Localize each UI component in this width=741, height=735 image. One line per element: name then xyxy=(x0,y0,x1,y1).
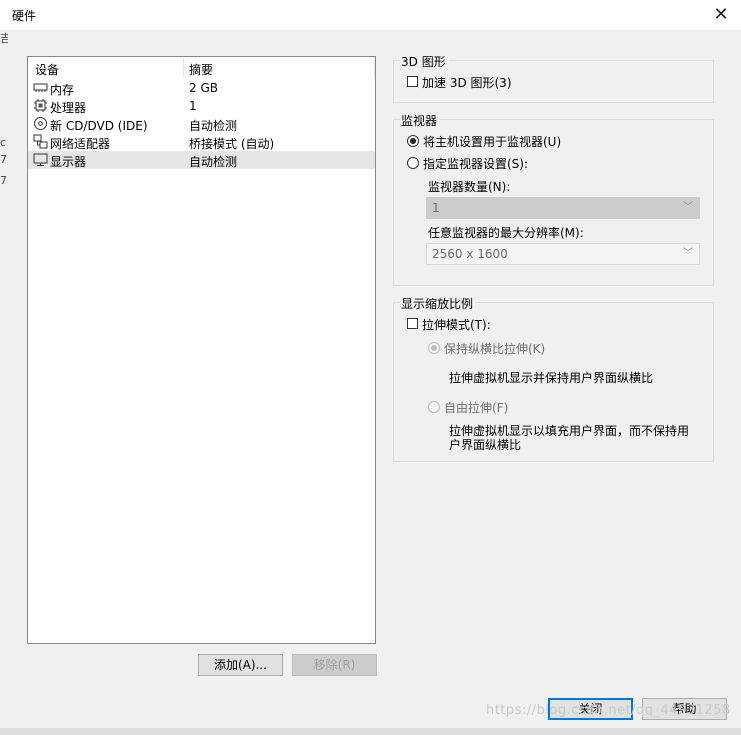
device-name: 新 CD/DVD (IDE) xyxy=(50,119,148,133)
keep-aspect-label[interactable]: 保持纵横比拉伸(K) xyxy=(444,340,545,357)
free-stretch-description-line1: 拉伸虚拟机显示以填充用户界面，而不保持用 xyxy=(449,424,690,438)
stretch-mode-label[interactable]: 拉伸模式(T): xyxy=(422,316,491,333)
monitor-count-select[interactable]: 1 ﹀ xyxy=(426,197,700,219)
column-divider[interactable] xyxy=(183,59,184,77)
window-title: 硬件 xyxy=(12,9,37,23)
device-name: 处理器 xyxy=(50,101,87,115)
max-resolution-label: 任意监视器的最大分辨率(M): xyxy=(428,226,584,240)
display-icon xyxy=(33,152,48,167)
keep-aspect-description: 拉伸虚拟机显示并保持用户界面纵横比 xyxy=(449,371,654,385)
remove-button[interactable]: 移除(R) xyxy=(292,654,377,676)
memory-icon xyxy=(33,80,48,95)
device-summary: 自动检测 xyxy=(189,119,238,133)
network-adapter-icon xyxy=(33,134,48,149)
title-bar: 硬件 ✕ xyxy=(0,0,741,30)
device-summary: 桥接模式 (自动) xyxy=(189,137,275,151)
chevron-down-icon: ﹀ xyxy=(683,248,693,259)
dialog-bottom-edge xyxy=(0,728,741,735)
device-summary: 自动检测 xyxy=(189,155,238,169)
column-header-summary[interactable]: 摘要 xyxy=(189,61,213,78)
background-text: 7 xyxy=(0,174,7,187)
processor-icon xyxy=(33,98,48,113)
add-button[interactable]: 添加(A)... xyxy=(198,654,283,676)
device-summary: 2 GB xyxy=(189,81,218,95)
column-divider[interactable] xyxy=(374,59,375,77)
chevron-down-icon: ﹀ xyxy=(683,202,693,213)
free-stretch-label[interactable]: 自由拉伸(F) xyxy=(444,399,508,416)
max-resolution-select[interactable]: 2560 x 1600 ﹀ xyxy=(426,243,700,265)
graphics-3d-title: 3D 图形 xyxy=(400,53,449,70)
device-name: 网络适配器 xyxy=(50,137,111,151)
column-header-device[interactable]: 设备 xyxy=(35,61,59,78)
device-name: 内存 xyxy=(50,83,75,97)
display-scaling-title: 显示缩放比例 xyxy=(400,295,477,312)
device-summary: 1 xyxy=(189,99,197,113)
monitor-count-value: 1 xyxy=(432,201,440,215)
use-host-label[interactable]: 将主机设置用于监视器(U) xyxy=(423,133,561,150)
list-item[interactable]: 网络适配器 桥接模式 (自动) xyxy=(28,133,375,151)
specify-monitor-label[interactable]: 指定监视器设置(S): xyxy=(423,155,528,172)
close-icon[interactable]: ✕ xyxy=(706,2,736,28)
list-item[interactable]: 新 CD/DVD (IDE) 自动检测 xyxy=(28,115,375,133)
stretch-mode-checkbox[interactable] xyxy=(407,318,418,329)
list-item[interactable]: 处理器 1 xyxy=(28,97,375,115)
free-stretch-radio[interactable] xyxy=(428,401,440,413)
cd-dvd-icon xyxy=(33,116,48,131)
keep-aspect-radio[interactable] xyxy=(428,342,440,354)
watermark-text: https://blog.csdn.net/qq_44931258 xyxy=(486,703,731,718)
list-header: 设备 摘要 xyxy=(28,57,375,79)
max-resolution-value: 2560 x 1600 xyxy=(432,247,508,261)
device-list[interactable]: 设备 摘要 内存 2 GB 处理器 1 新 CD/DVD (IDE) 自动检测 … xyxy=(27,56,376,644)
specify-monitor-radio[interactable] xyxy=(407,157,419,169)
monitor-count-label: 监视器数量(N): xyxy=(428,180,511,194)
background-text: c xyxy=(0,136,7,149)
background-text: 7 xyxy=(0,153,7,166)
background-window-fragment: 吉 c 7 7 xyxy=(0,30,11,728)
use-host-radio[interactable] xyxy=(407,135,419,147)
device-name: 显示器 xyxy=(50,155,87,169)
list-item[interactable]: 内存 2 GB xyxy=(28,79,375,97)
accelerate-3d-checkbox[interactable] xyxy=(407,76,418,87)
monitor-title: 监视器 xyxy=(400,112,441,129)
accelerate-3d-label[interactable]: 加速 3D 图形(3) xyxy=(422,74,512,91)
free-stretch-description-line2: 户界面纵横比 xyxy=(449,438,522,452)
list-item[interactable]: 显示器 自动检测 xyxy=(28,151,375,169)
